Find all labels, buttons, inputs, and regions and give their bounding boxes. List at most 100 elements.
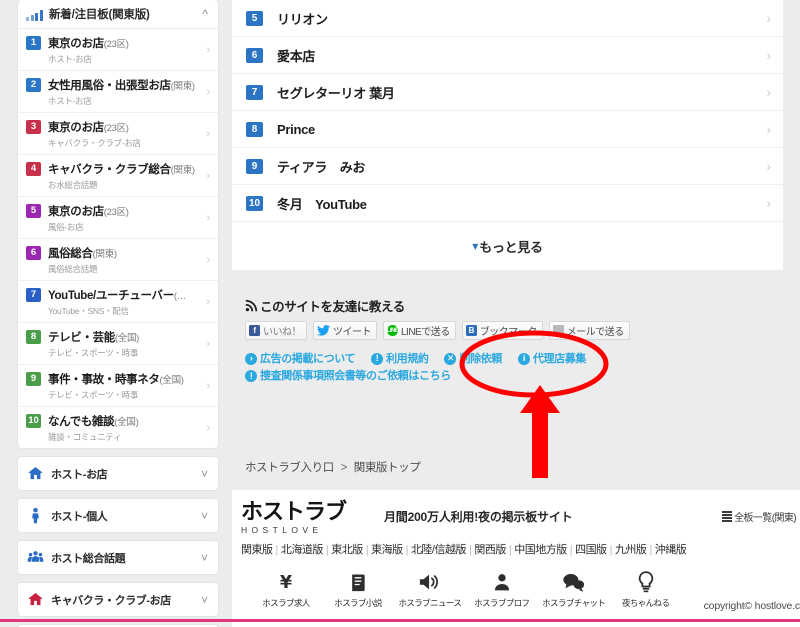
list-icon	[722, 511, 733, 522]
book-icon	[322, 570, 394, 594]
home-icon	[27, 465, 44, 482]
sidebar-rank-row[interactable]: 1 東京のお店(23区) ホスト-お店 ›	[18, 29, 218, 71]
region-link[interactable]: 九州版	[615, 544, 647, 556]
service-link-4[interactable]: ホスラブプロフ	[466, 570, 538, 609]
sidebar-category-label: ホスト-お店	[51, 468, 108, 481]
thread-row[interactable]: 7 セグレターリオ 葉月 ›	[232, 74, 783, 111]
region-link[interactable]: 関西版	[474, 544, 506, 556]
sidebar-rank-row[interactable]: 9 事件・事故・時事ネタ(全国) テレビ・スポーツ・時事 ›	[18, 365, 218, 407]
rank-title-suffix: (全国)	[159, 375, 184, 386]
region-link[interactable]: 沖縄版	[655, 544, 687, 556]
rank-title-suffix: (全国)	[114, 333, 140, 344]
sidebar-rank-row[interactable]: 2 女性用風俗・出張型お店(関東) ホスト-お店 ›	[18, 71, 218, 113]
rank-title: YouTube/ユーチューバー(…	[48, 290, 186, 302]
thread-row[interactable]: 10 冬月 YouTube ›	[232, 185, 783, 222]
rank-category: ホスト-お店	[48, 54, 92, 64]
sidebar-rank-row[interactable]: 5 東京のお店(23区) 風俗-お店 ›	[18, 197, 218, 239]
logo-english: HOSTLOVE	[241, 525, 323, 535]
share-button-mail[interactable]: メールで送る	[548, 321, 630, 340]
share-button-label: いいね！	[263, 327, 302, 338]
sidebar-rank-row[interactable]: 8 テレビ・芸能(全国) テレビ・スポーツ・時事 ›	[18, 323, 218, 365]
link-info-circle-4[interactable]: ! 捜査関係事項照会書等のご依頼はこちら	[245, 368, 451, 384]
bulb-icon	[610, 570, 682, 594]
info-circle-icon: !	[245, 370, 257, 382]
rank-body: なんでも雑談(全国) 雑談・コミュニティ	[48, 412, 210, 443]
sidebar-category-2[interactable]: ホスト-個人 ˅	[18, 499, 218, 532]
sidebar-category-list: ホスト-お店˅ホスト-個人˅ホスト総合話題˅キャバクラ・クラブ-お店˅キャバクラ…	[0, 457, 232, 627]
rank-title: 風俗総合(関東)	[48, 248, 117, 260]
service-link-5[interactable]: ホスラブチャット	[538, 570, 610, 609]
share-button-twitter[interactable]: ツイート	[313, 321, 377, 340]
chevron-right-icon: ›	[206, 253, 210, 266]
share-button-facebook[interactable]: f いいね！	[245, 321, 307, 340]
sidebar-category-3[interactable]: ホスト総合話題 ˅	[18, 541, 218, 574]
region-separator: |	[365, 544, 369, 556]
chevron-down-icon[interactable]: ˅	[201, 468, 208, 480]
chevron-down-icon: ▾	[472, 239, 479, 253]
share-button-label: ツイート	[333, 327, 372, 338]
rank-title-text: 女性用風俗・出張型お店	[48, 80, 171, 92]
region-link[interactable]: 四国版	[575, 544, 607, 556]
chevron-down-icon[interactable]: ˅	[201, 552, 208, 564]
thread-rank-badge: 9	[246, 158, 263, 174]
sidebar-rank-row[interactable]: 4 キャバクラ・クラブ総合(関東) お水総合話題 ›	[18, 155, 218, 197]
thread-title: 冬月 YouTube	[277, 196, 367, 212]
rank-title: キャバクラ・クラブ総合(関東)	[48, 164, 195, 176]
info-circle-icon: !	[371, 352, 384, 365]
thread-row[interactable]: 6 愛本店 ›	[232, 37, 783, 74]
region-link[interactable]: 中国地方版	[514, 544, 567, 556]
thread-row[interactable]: 9 ティアラ みお ›	[232, 148, 783, 185]
chevron-down-icon[interactable]: ˅	[201, 510, 208, 522]
copyright-text: copyright© hostlove.c	[703, 600, 800, 612]
thread-row[interactable]: 8 Prince ›	[232, 111, 783, 148]
thread-row[interactable]: 5 リリオン ›	[232, 0, 783, 37]
all-boards-link[interactable]: 全板一覧(関東)	[722, 509, 800, 524]
chevron-right-icon: ›	[766, 121, 771, 137]
breadcrumb-current[interactable]: 関東版トップ	[354, 462, 421, 474]
link-info-circle-3[interactable]: i 代理店募集	[517, 351, 586, 367]
yen-icon: ¥	[250, 570, 322, 594]
breadcrumb-root[interactable]: ホストラブ入り口	[245, 462, 334, 474]
service-link-3[interactable]: ホスラブニュース	[394, 570, 466, 609]
person-icon	[27, 507, 44, 524]
arrow-circle-icon: ›	[245, 352, 257, 365]
rank-title-text: キャバクラ・クラブ総合	[48, 164, 171, 176]
rank-body: キャバクラ・クラブ総合(関東) お水総合話題	[48, 160, 210, 191]
rank-body: 東京のお店(23区) 風俗-お店	[48, 202, 210, 233]
region-link[interactable]: 関東版	[241, 544, 273, 556]
more-button[interactable]: ▾ もっと見る	[232, 222, 783, 270]
sidebar-category-4[interactable]: キャバクラ・クラブ-お店 ˅	[18, 583, 218, 616]
region-link[interactable]: 北海道版	[281, 544, 324, 556]
chevron-right-icon: ›	[206, 85, 210, 98]
service-link-2[interactable]: ホスラブ小説	[322, 570, 394, 609]
sidebar-rank-row[interactable]: 7 YouTube/ユーチューバー(… YouTube・SNS・配信 ›	[18, 281, 218, 323]
sidebar-category-1[interactable]: ホスト-お店 ˅	[18, 457, 218, 490]
rank-title-suffix: (23区)	[103, 123, 129, 134]
region-link[interactable]: 北陸/信越版	[411, 544, 467, 556]
region-link[interactable]: 東海版	[371, 544, 403, 556]
site-logo[interactable]: ホストラブ HOSTLOVE	[241, 502, 384, 536]
region-link[interactable]: 東北版	[331, 544, 363, 556]
sidebar-rank-row[interactable]: 6 風俗総合(関東) 風俗総合話題 ›	[18, 239, 218, 281]
sidebar-ranking-header[interactable]: 新着/注目板(関東版) ^	[18, 0, 218, 29]
rss-icon	[245, 299, 258, 312]
sidebar-rank-row[interactable]: 10 なんでも雑談(全国) 雑談・コミュニティ ›	[18, 407, 218, 448]
link-label: 捜査関係事項照会書等のご依頼はこちら	[260, 370, 451, 382]
service-link-1[interactable]: ¥ ホスラブ求人	[250, 570, 322, 609]
sidebar-rank-row[interactable]: 3 東京のお店(23区) キャバクラ・クラブ-お店 ›	[18, 113, 218, 155]
region-separator: |	[325, 544, 329, 556]
link-label: 削除依頼	[459, 352, 502, 365]
chevron-up-icon[interactable]: ^	[202, 8, 208, 20]
service-link-6[interactable]: 夜ちゃんねる	[610, 570, 682, 609]
link-close-circle-2[interactable]: ✕ 削除依頼	[444, 351, 502, 367]
link-arrow-circle-0[interactable]: › 広告の掲載について	[245, 351, 355, 367]
share-button-line[interactable]: LINE LINEで送る	[383, 321, 456, 340]
chevron-right-icon: ›	[206, 295, 210, 308]
region-separator: |	[609, 544, 613, 556]
service-label: ホスラブ求人	[262, 598, 310, 608]
chevron-down-icon[interactable]: ˅	[201, 594, 208, 606]
rank-title-text: なんでも雑談	[48, 416, 115, 428]
share-button-hatena[interactable]: B ブックマーク	[461, 321, 543, 340]
link-info-circle-1[interactable]: ! 利用規約	[371, 351, 429, 367]
chevron-right-icon: ›	[766, 84, 771, 100]
